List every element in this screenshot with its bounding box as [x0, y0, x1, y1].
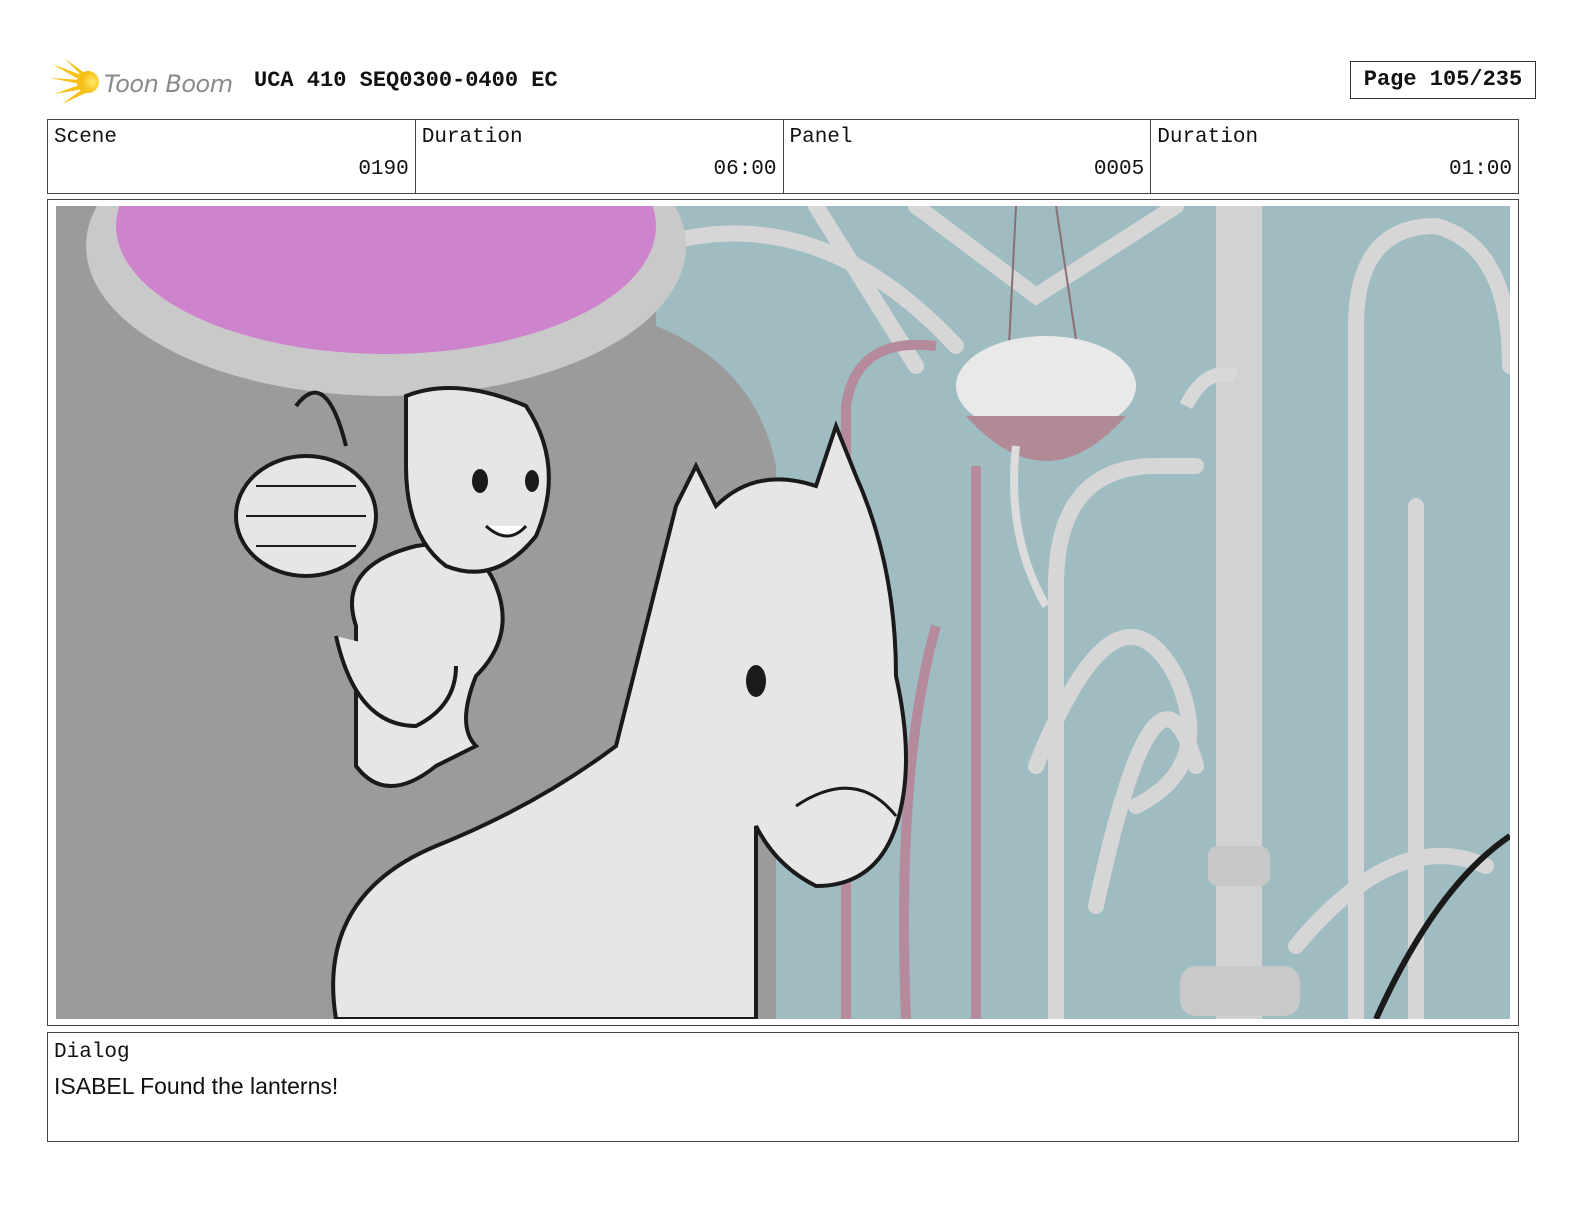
storyboard-panel-image: [56, 206, 1510, 1019]
toon-boom-logo: Toon Boom: [50, 56, 240, 106]
panel-frame: [47, 199, 1519, 1026]
panel-duration-label: Duration: [1157, 126, 1259, 149]
scene-duration-value: 06:00: [713, 158, 777, 181]
document-title: UCA 410 SEQ0300-0400 EC: [254, 68, 558, 93]
comet-icon: [50, 58, 99, 104]
scene-duration-label: Duration: [421, 126, 523, 149]
page-number: Page 105/235: [1350, 61, 1536, 99]
scene-duration-cell: Duration 06:00: [416, 120, 784, 193]
scene-info-table: Scene 0190 Duration 06:00 Panel 0005 Dur…: [47, 119, 1519, 194]
dialog-text: ISABEL Found the lanterns!: [54, 1073, 339, 1099]
panel-label: Panel: [789, 126, 853, 149]
scene-cell: Scene 0190: [48, 120, 416, 193]
scene-label: Scene: [54, 126, 118, 149]
page-header: Toon Boom UCA 410 SEQ0300-0400 EC Page 1…: [50, 52, 1536, 108]
panel-duration-value: 01:00: [1448, 158, 1512, 181]
panel-duration-cell: Duration 01:00: [1151, 120, 1518, 193]
dialog-box: Dialog ISABEL Found the lanterns!: [47, 1032, 1519, 1142]
panel-cell: Panel 0005: [784, 120, 1152, 193]
scene-value: 0190: [358, 158, 409, 181]
logo-wordmark: Toon Boom: [104, 70, 233, 98]
panel-value: 0005: [1093, 158, 1145, 181]
storyboard-sketch: [56, 206, 1510, 1019]
dialog-label: Dialog: [54, 1041, 130, 1064]
